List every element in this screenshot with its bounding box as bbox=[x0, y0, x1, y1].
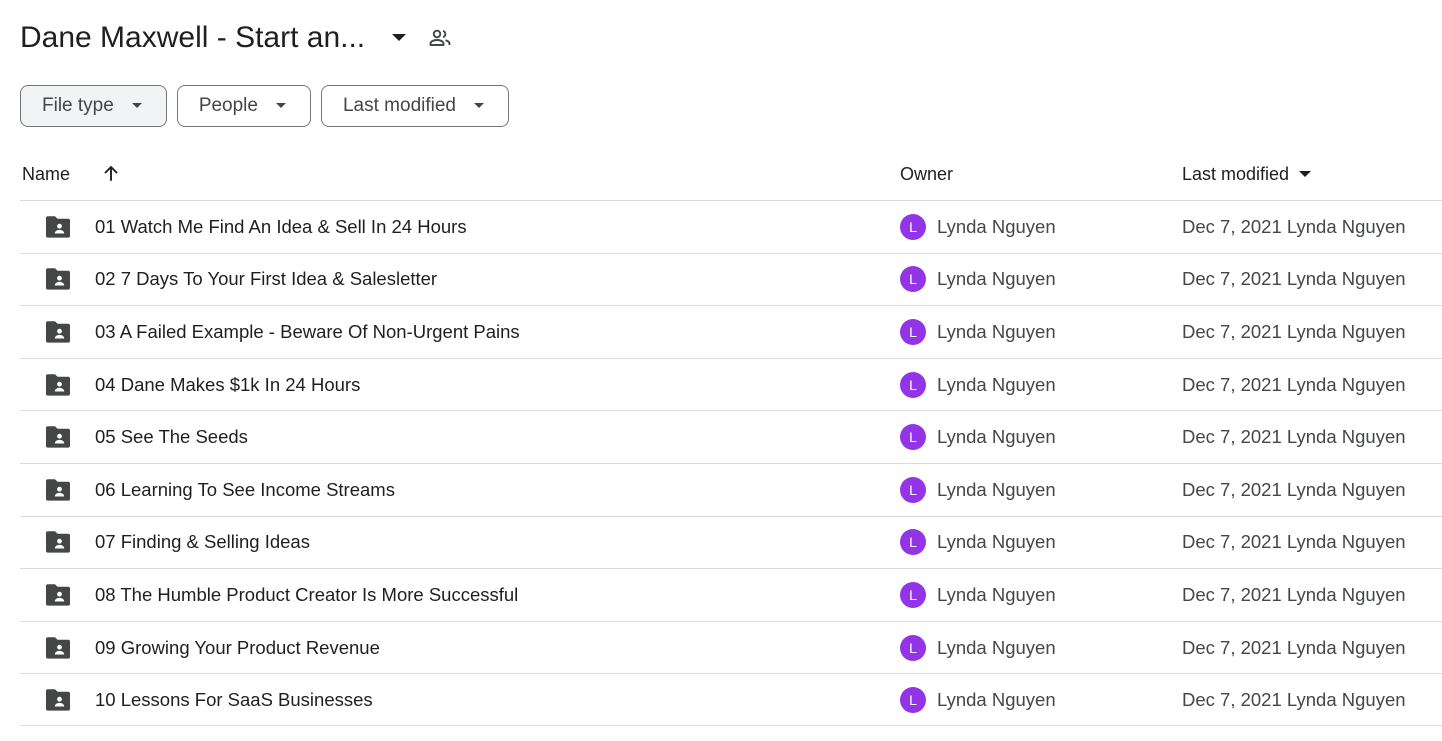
people-filter[interactable]: People bbox=[176, 85, 311, 127]
last-modified: Dec 7, 2021 Lynda Nguyen bbox=[1182, 268, 1406, 290]
last-modified: Dec 7, 2021 Lynda Nguyen bbox=[1182, 215, 1406, 237]
column-header-name[interactable]: Name bbox=[22, 160, 70, 188]
shared-folder-icon bbox=[44, 423, 72, 451]
table-row[interactable]: 01 Watch Me Find An Idea & Sell In 24 Ho… bbox=[20, 200, 1442, 253]
table-row[interactable]: 07 Finding & Selling Ideas L Lynda Nguye… bbox=[20, 515, 1442, 569]
file-name: 04 Dane Makes $1k In 24 Hours bbox=[95, 373, 361, 395]
column-header-label: Last modified bbox=[1182, 163, 1290, 184]
avatar: L bbox=[900, 371, 926, 398]
caret-down-icon bbox=[272, 97, 290, 115]
owner-name: Lynda Nguyen bbox=[937, 583, 1056, 605]
table-row[interactable]: 03 A Failed Example - Beware Of Non-Urge… bbox=[20, 305, 1442, 358]
folder-title[interactable]: Dane Maxwell - Start an... bbox=[20, 21, 365, 55]
file-name: 03 A Failed Example - Beware Of Non-Urge… bbox=[95, 320, 520, 342]
owner-name: Lynda Nguyen bbox=[937, 688, 1056, 710]
file-type-filter[interactable]: File type bbox=[20, 85, 167, 127]
avatar: L bbox=[900, 581, 926, 608]
owner-name: Lynda Nguyen bbox=[937, 426, 1056, 448]
shared-folder-icon bbox=[44, 318, 72, 346]
file-name: 07 Finding & Selling Ideas bbox=[95, 531, 310, 553]
last-modified: Dec 7, 2021 Lynda Nguyen bbox=[1182, 478, 1406, 500]
avatar: L bbox=[900, 686, 926, 713]
avatar: L bbox=[900, 213, 926, 240]
owner-name: Lynda Nguyen bbox=[937, 478, 1056, 500]
file-name: 05 See The Seeds bbox=[95, 426, 248, 448]
table-row[interactable]: 09 Growing Your Product Revenue L Lynda … bbox=[20, 620, 1442, 674]
last-modified: Dec 7, 2021 Lynda Nguyen bbox=[1182, 373, 1406, 395]
shared-folder-icon bbox=[44, 476, 72, 504]
people-icon[interactable] bbox=[427, 25, 453, 51]
owner-name: Lynda Nguyen bbox=[937, 268, 1056, 290]
shared-folder-icon bbox=[44, 265, 72, 293]
shared-folder-icon bbox=[44, 581, 72, 609]
avatar: L bbox=[900, 266, 926, 293]
file-name: 08 The Humble Product Creator Is More Su… bbox=[95, 583, 519, 605]
avatar: L bbox=[900, 476, 926, 503]
avatar: L bbox=[900, 529, 926, 556]
shared-folder-icon bbox=[44, 686, 72, 714]
filter-label: File type bbox=[42, 95, 114, 116]
shared-folder-icon bbox=[44, 634, 72, 662]
file-name: 02 7 Days To Your First Idea & Saleslett… bbox=[95, 268, 438, 290]
last-modified: Dec 7, 2021 Lynda Nguyen bbox=[1182, 688, 1406, 710]
owner-name: Lynda Nguyen bbox=[937, 531, 1056, 553]
caret-down-icon[interactable] bbox=[387, 26, 411, 50]
table-row[interactable]: 04 Dane Makes $1k In 24 Hours L Lynda Ng… bbox=[20, 357, 1442, 411]
shared-folder-icon bbox=[44, 528, 72, 556]
avatar: L bbox=[900, 318, 926, 345]
file-name: 09 Growing Your Product Revenue bbox=[95, 636, 380, 658]
last-modified: Dec 7, 2021 Lynda Nguyen bbox=[1182, 636, 1406, 658]
table-row[interactable]: 08 The Humble Product Creator Is More Su… bbox=[20, 568, 1442, 621]
shared-folder-icon bbox=[44, 213, 72, 241]
column-header-owner[interactable]: Owner bbox=[900, 160, 953, 188]
filter-label: Last modified bbox=[342, 95, 456, 116]
owner-name: Lynda Nguyen bbox=[937, 215, 1056, 237]
last-modified: Dec 7, 2021 Lynda Nguyen bbox=[1182, 583, 1406, 605]
caret-down-icon bbox=[128, 97, 146, 115]
filter-label: People bbox=[198, 95, 258, 116]
caret-down-icon bbox=[470, 97, 488, 115]
last-modified: Dec 7, 2021 Lynda Nguyen bbox=[1182, 426, 1406, 448]
file-name: 01 Watch Me Find An Idea & Sell In 24 Ho… bbox=[95, 215, 467, 237]
avatar: L bbox=[900, 424, 926, 451]
table-row[interactable]: 02 7 Days To Your First Idea & Saleslett… bbox=[20, 252, 1442, 306]
shared-folder-icon bbox=[44, 371, 72, 399]
caret-down-icon bbox=[1297, 166, 1313, 182]
last-modified-filter[interactable]: Last modified bbox=[320, 85, 509, 127]
table-row[interactable]: 10 Lessons For SaaS Businesses L Lynda N… bbox=[20, 673, 1442, 726]
last-modified: Dec 7, 2021 Lynda Nguyen bbox=[1182, 531, 1406, 553]
file-list: 01 Watch Me Find An Idea & Sell In 24 Ho… bbox=[20, 200, 1442, 726]
file-name: 06 Learning To See Income Streams bbox=[95, 478, 395, 500]
owner-name: Lynda Nguyen bbox=[937, 320, 1056, 342]
table-row[interactable]: 05 See The Seeds L Lynda Nguyen Dec 7, 2… bbox=[20, 410, 1442, 463]
avatar: L bbox=[900, 634, 926, 661]
owner-name: Lynda Nguyen bbox=[937, 636, 1056, 658]
folder-header: Dane Maxwell - Start an... bbox=[20, 14, 453, 62]
arrow-up-icon[interactable] bbox=[100, 162, 122, 184]
column-header-last-modified[interactable]: Last modified bbox=[1182, 160, 1313, 188]
owner-name: Lynda Nguyen bbox=[937, 373, 1056, 395]
drive-folder-view: Dane Maxwell - Start an... File type Peo… bbox=[0, 0, 1442, 741]
file-name: 10 Lessons For SaaS Businesses bbox=[95, 688, 373, 710]
table-row[interactable]: 06 Learning To See Income Streams L Lynd… bbox=[20, 462, 1442, 516]
last-modified: Dec 7, 2021 Lynda Nguyen bbox=[1182, 320, 1406, 342]
filter-bar: File type People Last modified bbox=[20, 85, 509, 127]
